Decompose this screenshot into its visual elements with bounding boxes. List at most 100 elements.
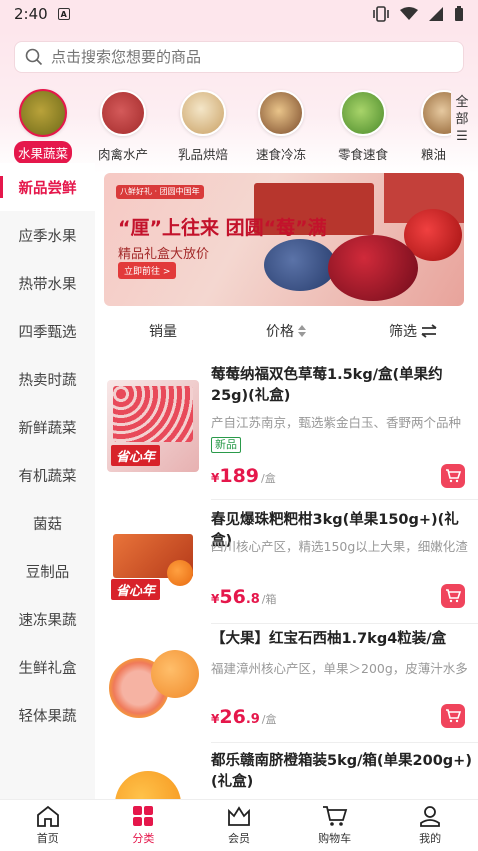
nav-category-label: 分类 xyxy=(132,832,155,845)
sort-price-label: 价格 xyxy=(266,324,294,340)
banner-go-button[interactable]: 立即前往 > xyxy=(118,262,177,279)
product-card[interactable]: 都乐赣南脐橙箱装5kg/箱(单果200g+)(礼盒) xyxy=(95,743,478,799)
all-categories-button[interactable]: 全 部 ☰ xyxy=(452,94,472,145)
product-desc: 福建漳州核心产区，单果＞200g，皮薄汁水多 xyxy=(211,661,468,676)
sidebar-item-new[interactable]: 新品尝鲜 xyxy=(0,163,95,211)
status-time: 2:40 xyxy=(14,5,48,23)
sort-price[interactable]: 价格 xyxy=(266,321,306,341)
add-to-cart-button[interactable] xyxy=(441,464,465,488)
filter-icon xyxy=(421,324,437,338)
product-title: 都乐赣南脐橙箱装5kg/箱(单果200g+)(礼盒) xyxy=(211,753,472,790)
sort-filter[interactable]: 筛选 xyxy=(389,321,437,341)
frozen-food-image xyxy=(258,90,304,136)
ice-cream-image xyxy=(180,90,226,136)
sidebar-item-tofu[interactable]: 豆制品 xyxy=(0,547,95,595)
price-unit: /盒 xyxy=(261,713,277,726)
category-fruit-veg[interactable]: 水果蔬菜 xyxy=(7,86,79,164)
category-label: 零食速食 xyxy=(337,147,388,162)
product-ribbon: 省心年 xyxy=(111,445,161,466)
price-decimal: .8 xyxy=(245,592,260,607)
banner-subline: 精品礼盒大放价 xyxy=(118,247,210,262)
sidebar-item-light-produce[interactable]: 轻体果蔬 xyxy=(0,691,95,739)
search-bar[interactable] xyxy=(14,41,464,73)
add-to-cart-button[interactable] xyxy=(441,584,465,608)
category-dairy-bakery[interactable]: 乳品烘焙 xyxy=(167,86,239,163)
product-image-navel-orange xyxy=(107,767,199,799)
category-label: 肉禽水产 xyxy=(97,147,148,162)
nav-home-label: 首页 xyxy=(36,832,59,845)
nav-mine[interactable]: 我的 xyxy=(382,800,478,851)
nav-member[interactable]: 会员 xyxy=(191,800,287,851)
category-snack[interactable]: 零食速食 xyxy=(327,86,399,163)
cart-icon xyxy=(322,806,347,826)
menu-icon: ☰ xyxy=(456,129,468,144)
category-frozen[interactable]: 速食冷冻 xyxy=(245,86,317,163)
snack-image xyxy=(340,90,386,136)
price-integer: 189 xyxy=(219,465,260,487)
price-integer: 26 xyxy=(219,706,246,728)
sidebar-item-fresh-veg[interactable]: 新鲜蔬菜 xyxy=(0,403,95,451)
status-icons xyxy=(372,6,464,22)
sort-filter-label: 筛选 xyxy=(389,324,417,340)
product-ribbon: 省心年 xyxy=(111,579,161,600)
category-label: 速食冷冻 xyxy=(255,147,306,162)
sort-sales[interactable]: 销量 xyxy=(149,321,177,341)
product-card[interactable]: 省心年 莓莓纳福双色草莓1.5kg/盒(单果约25g)(礼盒) 产自江苏南京，甄… xyxy=(95,360,478,490)
meat-image xyxy=(100,90,146,136)
nav-home[interactable]: 首页 xyxy=(0,800,96,851)
mandarin-image xyxy=(167,560,193,586)
sidebar-item-seasonal-fruit[interactable]: 应季水果 xyxy=(0,211,95,259)
sidebar-item-gift-box[interactable]: 生鲜礼盒 xyxy=(0,643,95,691)
category-strip: 水果蔬菜 肉禽水产 乳品烘焙 速食冷冻 零食速食 粮油 xyxy=(0,86,478,166)
product-price: ¥189/盒 xyxy=(211,465,276,487)
product-desc: 四川核心产区，精选150g以上大果，细嫩化渣 xyxy=(211,539,468,554)
product-image-strawberry: 省心年 xyxy=(107,380,199,472)
cherry-image xyxy=(328,235,418,301)
vibrate-icon xyxy=(373,6,389,22)
home-icon xyxy=(36,805,59,827)
add-to-cart-button[interactable] xyxy=(441,704,465,728)
nav-category[interactable]: 分类 xyxy=(96,800,192,851)
product-card[interactable]: 【大果】红宝石西柚1.7kg4粒装/盒 福建漳州核心产区，单果＞200g，皮薄汁… xyxy=(95,624,478,744)
signal-icon xyxy=(429,7,443,21)
product-title: 【大果】红宝石西柚1.7kg4粒装/盒 xyxy=(211,631,447,647)
sort-bar: 销量 价格 筛选 xyxy=(95,313,478,347)
wifi-icon xyxy=(400,7,418,20)
product-desc: 产自江苏南京，甄选紫金白玉、香野两个品种 xyxy=(211,415,462,430)
sidebar-item-frozen-produce[interactable]: 速冻果蔬 xyxy=(0,595,95,643)
a-notification-icon: A xyxy=(57,8,70,20)
cart-icon xyxy=(446,709,461,723)
banner-tag: 八鲜好礼 · 团圆中国年 xyxy=(116,185,204,199)
grapefruit-image xyxy=(151,650,199,698)
search-input[interactable] xyxy=(51,48,431,66)
sidebar-item-organic-veg[interactable]: 有机蔬菜 xyxy=(0,451,95,499)
crown-icon xyxy=(228,806,250,826)
all-label-2: 部 xyxy=(455,112,469,127)
sort-arrows-icon xyxy=(298,325,306,337)
category-grain-oil[interactable]: 粮油 xyxy=(401,86,451,163)
sidebar-item-tropical-fruit[interactable]: 热带水果 xyxy=(0,259,95,307)
sidebar-item-mushroom[interactable]: 菌菇 xyxy=(0,499,95,547)
orange-image xyxy=(115,771,181,799)
nav-member-label: 会员 xyxy=(227,832,250,845)
all-label-1: 全 xyxy=(455,95,469,110)
product-card[interactable]: 省心年 春见爆珠粑粑柑3kg(单果150g+)(礼盒) 四川核心产区，精选150… xyxy=(95,500,478,625)
nav-cart[interactable]: 购物车 xyxy=(287,800,383,851)
category-sidebar: 新品尝鲜 应季水果 热带水果 四季甄选 热卖时蔬 新鲜蔬菜 有机蔬菜 菌菇 豆制… xyxy=(0,163,95,799)
sidebar-item-hot-veg[interactable]: 热卖时蔬 xyxy=(0,355,95,403)
sidebar-item-four-seasons[interactable]: 四季甄选 xyxy=(0,307,95,355)
new-badge: 新品 xyxy=(211,437,241,453)
cart-icon xyxy=(446,589,461,603)
status-bar: 2:40 A xyxy=(0,0,478,28)
grain-oil-image xyxy=(421,90,451,136)
product-price: ¥56.8/箱 xyxy=(211,586,277,608)
promo-banner[interactable]: 八鲜好礼 · 团圆中国年 “厘”上往来 团圆“莓”满 精品礼盒大放价 立即前往 … xyxy=(104,173,464,306)
nav-mine-label: 我的 xyxy=(419,832,442,845)
product-image-grapefruit xyxy=(107,642,199,734)
category-meat-seafood[interactable]: 肉禽水产 xyxy=(87,86,159,163)
nav-cart-label: 购物车 xyxy=(318,832,352,845)
product-title: 莓莓纳福双色草莓1.5kg/盒(单果约25g)(礼盒) xyxy=(211,367,443,404)
price-unit: /盒 xyxy=(261,472,276,485)
user-icon xyxy=(420,806,441,827)
blueberry-image xyxy=(264,239,336,291)
